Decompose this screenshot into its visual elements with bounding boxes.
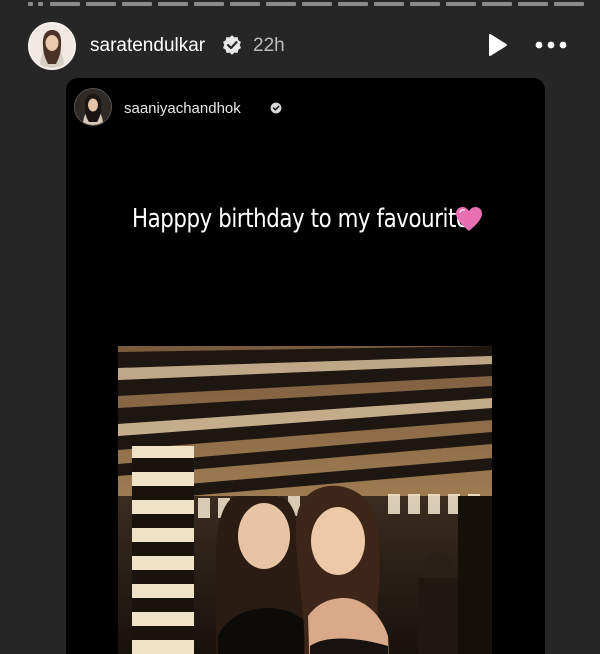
- progress-segment: [38, 2, 43, 6]
- progress-segment: [410, 2, 440, 6]
- story-progress-bar: [0, 2, 600, 8]
- pink-heart-emoji: [456, 207, 482, 231]
- progress-segment: [482, 2, 512, 6]
- progress-segment: [86, 2, 116, 6]
- progress-segment: [158, 2, 188, 6]
- progress-segment: [338, 2, 368, 6]
- shared-post-username[interactable]: saaniyachandhok: [124, 100, 241, 117]
- progress-segment: [122, 2, 152, 6]
- verified-badge-icon: [223, 35, 241, 55]
- shared-story-card[interactable]: saaniyachandhok Happpy birthday to my fa…: [66, 78, 545, 654]
- avatar-portrait: [30, 24, 74, 68]
- shared-avatar-portrait: [75, 89, 111, 125]
- story-caption: Happpy birthday to my favourite: [132, 204, 469, 234]
- story-photo: [118, 346, 492, 654]
- progress-segment: [302, 2, 332, 6]
- progress-segment: [518, 2, 548, 6]
- verified-badge-icon: [270, 102, 282, 114]
- shared-post-avatar[interactable]: [74, 88, 112, 126]
- restaurant-photo-illustration: [118, 346, 492, 654]
- story-timestamp: 22h: [253, 35, 285, 56]
- story-avatar[interactable]: [28, 22, 76, 70]
- progress-segment: [194, 2, 224, 6]
- more-options-icon[interactable]: [534, 32, 568, 58]
- progress-segment: [50, 2, 80, 6]
- story-header: saratendulkar 22h: [0, 20, 600, 74]
- progress-segment: [446, 2, 476, 6]
- progress-segment: [28, 2, 33, 6]
- progress-segment: [230, 2, 260, 6]
- play-icon[interactable]: [484, 32, 510, 58]
- progress-segment: [554, 2, 584, 6]
- progress-segment: [374, 2, 404, 6]
- progress-segment: [266, 2, 296, 6]
- story-username[interactable]: saratendulkar: [90, 35, 205, 57]
